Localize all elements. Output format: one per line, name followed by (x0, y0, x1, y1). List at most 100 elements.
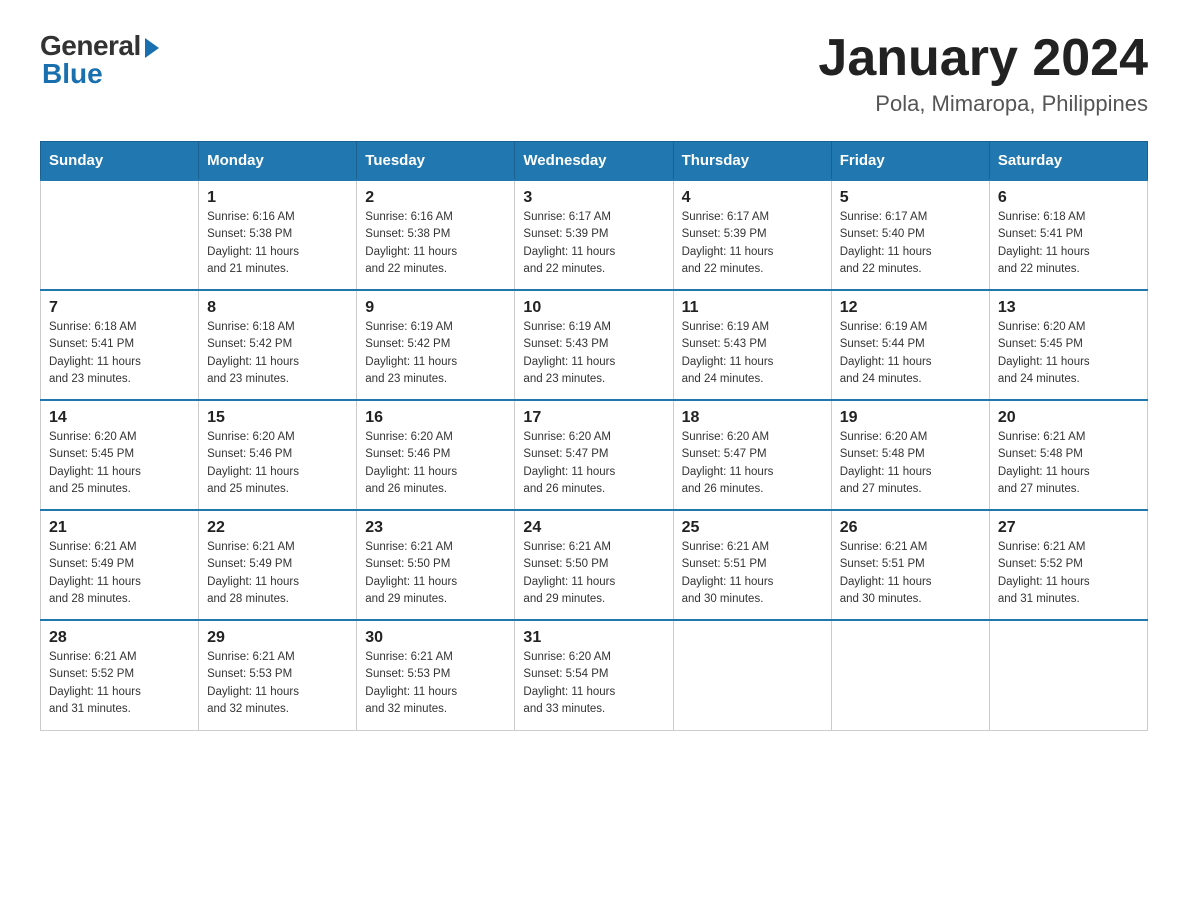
weekday-header-thursday: Thursday (673, 142, 831, 181)
day-info: Sunrise: 6:18 AM Sunset: 5:42 PM Dayligh… (207, 319, 348, 388)
day-number: 9 (365, 299, 506, 317)
day-info: Sunrise: 6:17 AM Sunset: 5:40 PM Dayligh… (840, 209, 981, 278)
day-number: 12 (840, 299, 981, 317)
calendar-cell: 7 Sunrise: 6:18 AM Sunset: 5:41 PM Daylig… (41, 290, 199, 400)
calendar-week-row: 21Sunrise: 6:21 AM Sunset: 5:49 PM Dayli… (41, 510, 1148, 620)
day-number: 24 (523, 519, 664, 537)
day-info: Sunrise: 6:21 AM Sunset: 5:49 PM Dayligh… (49, 539, 190, 608)
calendar-cell: 4 Sunrise: 6:17 AM Sunset: 5:39 PM Daylig… (673, 180, 831, 290)
calendar-cell: 2 Sunrise: 6:16 AM Sunset: 5:38 PM Daylig… (357, 180, 515, 290)
calendar-cell: 9 Sunrise: 6:19 AM Sunset: 5:42 PM Daylig… (357, 290, 515, 400)
title-section: January 2024 Pola, Mimaropa, Philippines (818, 30, 1148, 117)
calendar-week-row: 7 Sunrise: 6:18 AM Sunset: 5:41 PM Daylig… (41, 290, 1148, 400)
day-info: Sunrise: 6:21 AM Sunset: 5:49 PM Dayligh… (207, 539, 348, 608)
day-number: 26 (840, 519, 981, 537)
calendar-cell: 30Sunrise: 6:21 AM Sunset: 5:53 PM Dayli… (357, 620, 515, 730)
day-info: Sunrise: 6:20 AM Sunset: 5:47 PM Dayligh… (523, 429, 664, 498)
day-number: 27 (998, 519, 1139, 537)
logo-arrow-icon (145, 38, 159, 58)
calendar-cell: 5Sunrise: 6:17 AM Sunset: 5:40 PM Daylig… (831, 180, 989, 290)
calendar-table: SundayMondayTuesdayWednesdayThursdayFrid… (40, 141, 1148, 731)
day-info: Sunrise: 6:20 AM Sunset: 5:45 PM Dayligh… (49, 429, 190, 498)
calendar-cell (831, 620, 989, 730)
calendar-cell: 21Sunrise: 6:21 AM Sunset: 5:49 PM Dayli… (41, 510, 199, 620)
day-info: Sunrise: 6:17 AM Sunset: 5:39 PM Dayligh… (682, 209, 823, 278)
calendar-cell (673, 620, 831, 730)
day-number: 2 (365, 189, 506, 207)
calendar-cell: 8 Sunrise: 6:18 AM Sunset: 5:42 PM Daylig… (199, 290, 357, 400)
day-number: 1 (207, 189, 348, 207)
calendar-cell: 6Sunrise: 6:18 AM Sunset: 5:41 PM Daylig… (989, 180, 1147, 290)
day-info: Sunrise: 6:21 AM Sunset: 5:50 PM Dayligh… (365, 539, 506, 608)
day-info: Sunrise: 6:21 AM Sunset: 5:52 PM Dayligh… (49, 649, 190, 718)
location-title: Pola, Mimaropa, Philippines (818, 91, 1148, 117)
day-info: Sunrise: 6:20 AM Sunset: 5:46 PM Dayligh… (207, 429, 348, 498)
calendar-cell: 25 Sunrise: 6:21 AM Sunset: 5:51 PM Dayli… (673, 510, 831, 620)
day-info: Sunrise: 6:16 AM Sunset: 5:38 PM Dayligh… (207, 209, 348, 278)
calendar-cell: 24Sunrise: 6:21 AM Sunset: 5:50 PM Dayli… (515, 510, 673, 620)
calendar-cell: 11 Sunrise: 6:19 AM Sunset: 5:43 PM Dayli… (673, 290, 831, 400)
calendar-cell: 17 Sunrise: 6:20 AM Sunset: 5:47 PM Dayli… (515, 400, 673, 510)
weekday-header-sunday: Sunday (41, 142, 199, 181)
day-info: Sunrise: 6:20 AM Sunset: 5:45 PM Dayligh… (998, 319, 1139, 388)
logo-blue-text: Blue (40, 58, 103, 90)
calendar-cell: 22 Sunrise: 6:21 AM Sunset: 5:49 PM Dayli… (199, 510, 357, 620)
month-title: January 2024 (818, 30, 1148, 87)
calendar-cell: 19Sunrise: 6:20 AM Sunset: 5:48 PM Dayli… (831, 400, 989, 510)
weekday-header-wednesday: Wednesday (515, 142, 673, 181)
day-info: Sunrise: 6:20 AM Sunset: 5:48 PM Dayligh… (840, 429, 981, 498)
day-info: Sunrise: 6:21 AM Sunset: 5:48 PM Dayligh… (998, 429, 1139, 498)
page-header: General Blue January 2024 Pola, Mimaropa… (40, 30, 1148, 117)
calendar-cell: 23 Sunrise: 6:21 AM Sunset: 5:50 PM Dayli… (357, 510, 515, 620)
calendar-cell (41, 180, 199, 290)
day-info: Sunrise: 6:19 AM Sunset: 5:43 PM Dayligh… (523, 319, 664, 388)
weekday-header-saturday: Saturday (989, 142, 1147, 181)
day-number: 28 (49, 629, 190, 647)
calendar-cell: 20 Sunrise: 6:21 AM Sunset: 5:48 PM Dayli… (989, 400, 1147, 510)
day-info: Sunrise: 6:21 AM Sunset: 5:51 PM Dayligh… (840, 539, 981, 608)
day-number: 7 (49, 299, 190, 317)
calendar-cell (989, 620, 1147, 730)
day-number: 29 (207, 629, 348, 647)
calendar-cell: 13 Sunrise: 6:20 AM Sunset: 5:45 PM Dayli… (989, 290, 1147, 400)
day-info: Sunrise: 6:16 AM Sunset: 5:38 PM Dayligh… (365, 209, 506, 278)
day-info: Sunrise: 6:17 AM Sunset: 5:39 PM Dayligh… (523, 209, 664, 278)
day-number: 4 (682, 189, 823, 207)
calendar-cell: 3 Sunrise: 6:17 AM Sunset: 5:39 PM Daylig… (515, 180, 673, 290)
calendar-cell: 1 Sunrise: 6:16 AM Sunset: 5:38 PM Daylig… (199, 180, 357, 290)
day-number: 11 (682, 299, 823, 317)
day-number: 30 (365, 629, 506, 647)
day-info: Sunrise: 6:19 AM Sunset: 5:42 PM Dayligh… (365, 319, 506, 388)
calendar-cell: 12 Sunrise: 6:19 AM Sunset: 5:44 PM Dayli… (831, 290, 989, 400)
calendar-cell: 10Sunrise: 6:19 AM Sunset: 5:43 PM Dayli… (515, 290, 673, 400)
day-number: 6 (998, 189, 1139, 207)
day-info: Sunrise: 6:20 AM Sunset: 5:47 PM Dayligh… (682, 429, 823, 498)
day-number: 20 (998, 409, 1139, 427)
day-info: Sunrise: 6:21 AM Sunset: 5:51 PM Dayligh… (682, 539, 823, 608)
day-number: 17 (523, 409, 664, 427)
day-number: 8 (207, 299, 348, 317)
day-info: Sunrise: 6:19 AM Sunset: 5:44 PM Dayligh… (840, 319, 981, 388)
day-number: 25 (682, 519, 823, 537)
day-info: Sunrise: 6:20 AM Sunset: 5:46 PM Dayligh… (365, 429, 506, 498)
calendar-cell: 29Sunrise: 6:21 AM Sunset: 5:53 PM Dayli… (199, 620, 357, 730)
day-number: 31 (523, 629, 664, 647)
calendar-cell: 14 Sunrise: 6:20 AM Sunset: 5:45 PM Dayli… (41, 400, 199, 510)
calendar-cell: 18Sunrise: 6:20 AM Sunset: 5:47 PM Dayli… (673, 400, 831, 510)
day-info: Sunrise: 6:20 AM Sunset: 5:54 PM Dayligh… (523, 649, 664, 718)
calendar-cell: 26 Sunrise: 6:21 AM Sunset: 5:51 PM Dayli… (831, 510, 989, 620)
day-number: 22 (207, 519, 348, 537)
day-number: 3 (523, 189, 664, 207)
day-number: 14 (49, 409, 190, 427)
day-number: 13 (998, 299, 1139, 317)
calendar-cell: 31 Sunrise: 6:20 AM Sunset: 5:54 PM Dayli… (515, 620, 673, 730)
day-info: Sunrise: 6:18 AM Sunset: 5:41 PM Dayligh… (49, 319, 190, 388)
logo: General Blue (40, 30, 159, 90)
calendar-cell: 27Sunrise: 6:21 AM Sunset: 5:52 PM Dayli… (989, 510, 1147, 620)
weekday-header-row: SundayMondayTuesdayWednesdayThursdayFrid… (41, 142, 1148, 181)
day-number: 23 (365, 519, 506, 537)
calendar-cell: 15Sunrise: 6:20 AM Sunset: 5:46 PM Dayli… (199, 400, 357, 510)
day-number: 16 (365, 409, 506, 427)
calendar-week-row: 14 Sunrise: 6:20 AM Sunset: 5:45 PM Dayli… (41, 400, 1148, 510)
day-info: Sunrise: 6:19 AM Sunset: 5:43 PM Dayligh… (682, 319, 823, 388)
